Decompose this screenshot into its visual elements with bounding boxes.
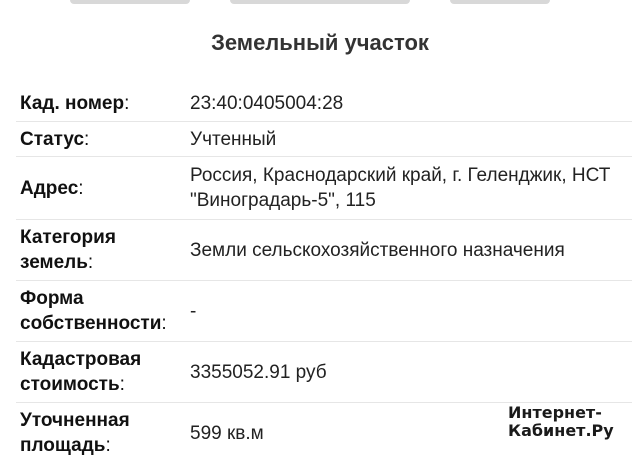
property-label: Форма собственности:	[16, 281, 186, 342]
property-label: Уточненная площадь:	[16, 403, 186, 463]
property-label: Статус:	[16, 122, 186, 157]
property-label: Кад. номер:	[16, 86, 186, 122]
table-row: Кадастровая стоимость: 3355052.91 руб	[16, 342, 632, 403]
property-value: 23:40:0405004:28	[186, 86, 632, 122]
property-label: Кадастровая стоимость:	[16, 342, 186, 403]
property-value: Учтенный	[186, 122, 632, 157]
property-value: -	[186, 281, 632, 342]
watermark-line: Кабинет.Ру	[508, 422, 614, 440]
property-label: Категория земель:	[16, 220, 186, 281]
table-row: Форма собственности: -	[16, 281, 632, 342]
property-label: Адрес:	[16, 157, 186, 220]
property-value: Россия, Краснодарский край, г. Геленджик…	[186, 157, 632, 220]
watermark: Интернет- Кабинет.Ру	[508, 404, 614, 440]
watermark-line: Интернет-	[508, 404, 614, 422]
table-row: Кад. номер: 23:40:0405004:28	[16, 86, 632, 122]
table-row: Статус: Учтенный	[16, 122, 632, 157]
property-value: Земли сельскохозяйственного назначения	[186, 220, 632, 281]
top-strip	[0, 0, 640, 8]
page-title: Земельный участок	[0, 30, 640, 56]
table-row: Категория земель: Земли сельскохозяйстве…	[16, 220, 632, 281]
property-value: 3355052.91 руб	[186, 342, 632, 403]
table-row: Адрес: Россия, Краснодарский край, г. Ге…	[16, 157, 632, 220]
